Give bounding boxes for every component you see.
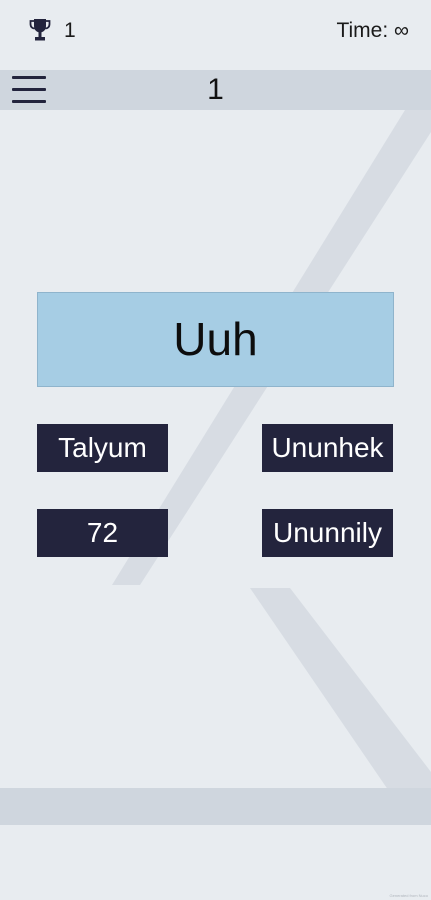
level-number: 1 <box>207 73 224 106</box>
header-bar: 1 <box>0 70 431 110</box>
answer-button-4[interactable]: Ununnily <box>262 509 393 557</box>
hamburger-menu-icon[interactable] <box>10 74 48 106</box>
time-label: Time: ∞ <box>336 19 409 42</box>
trophy-icon <box>29 19 51 41</box>
menu-line <box>12 100 46 103</box>
menu-line <box>12 88 46 91</box>
question-symbol-card: Uuh <box>37 292 394 387</box>
score-count: 1 <box>64 19 76 42</box>
answer-button-1[interactable]: Talyum <box>37 424 168 472</box>
answer-button-3[interactable]: 72 <box>37 509 168 557</box>
menu-line <box>12 76 46 79</box>
status-bar: 1 Time: ∞ <box>0 0 431 62</box>
answer-button-2[interactable]: Ununhek <box>262 424 393 472</box>
watermark-text: Generated from Nuco <box>389 893 428 898</box>
